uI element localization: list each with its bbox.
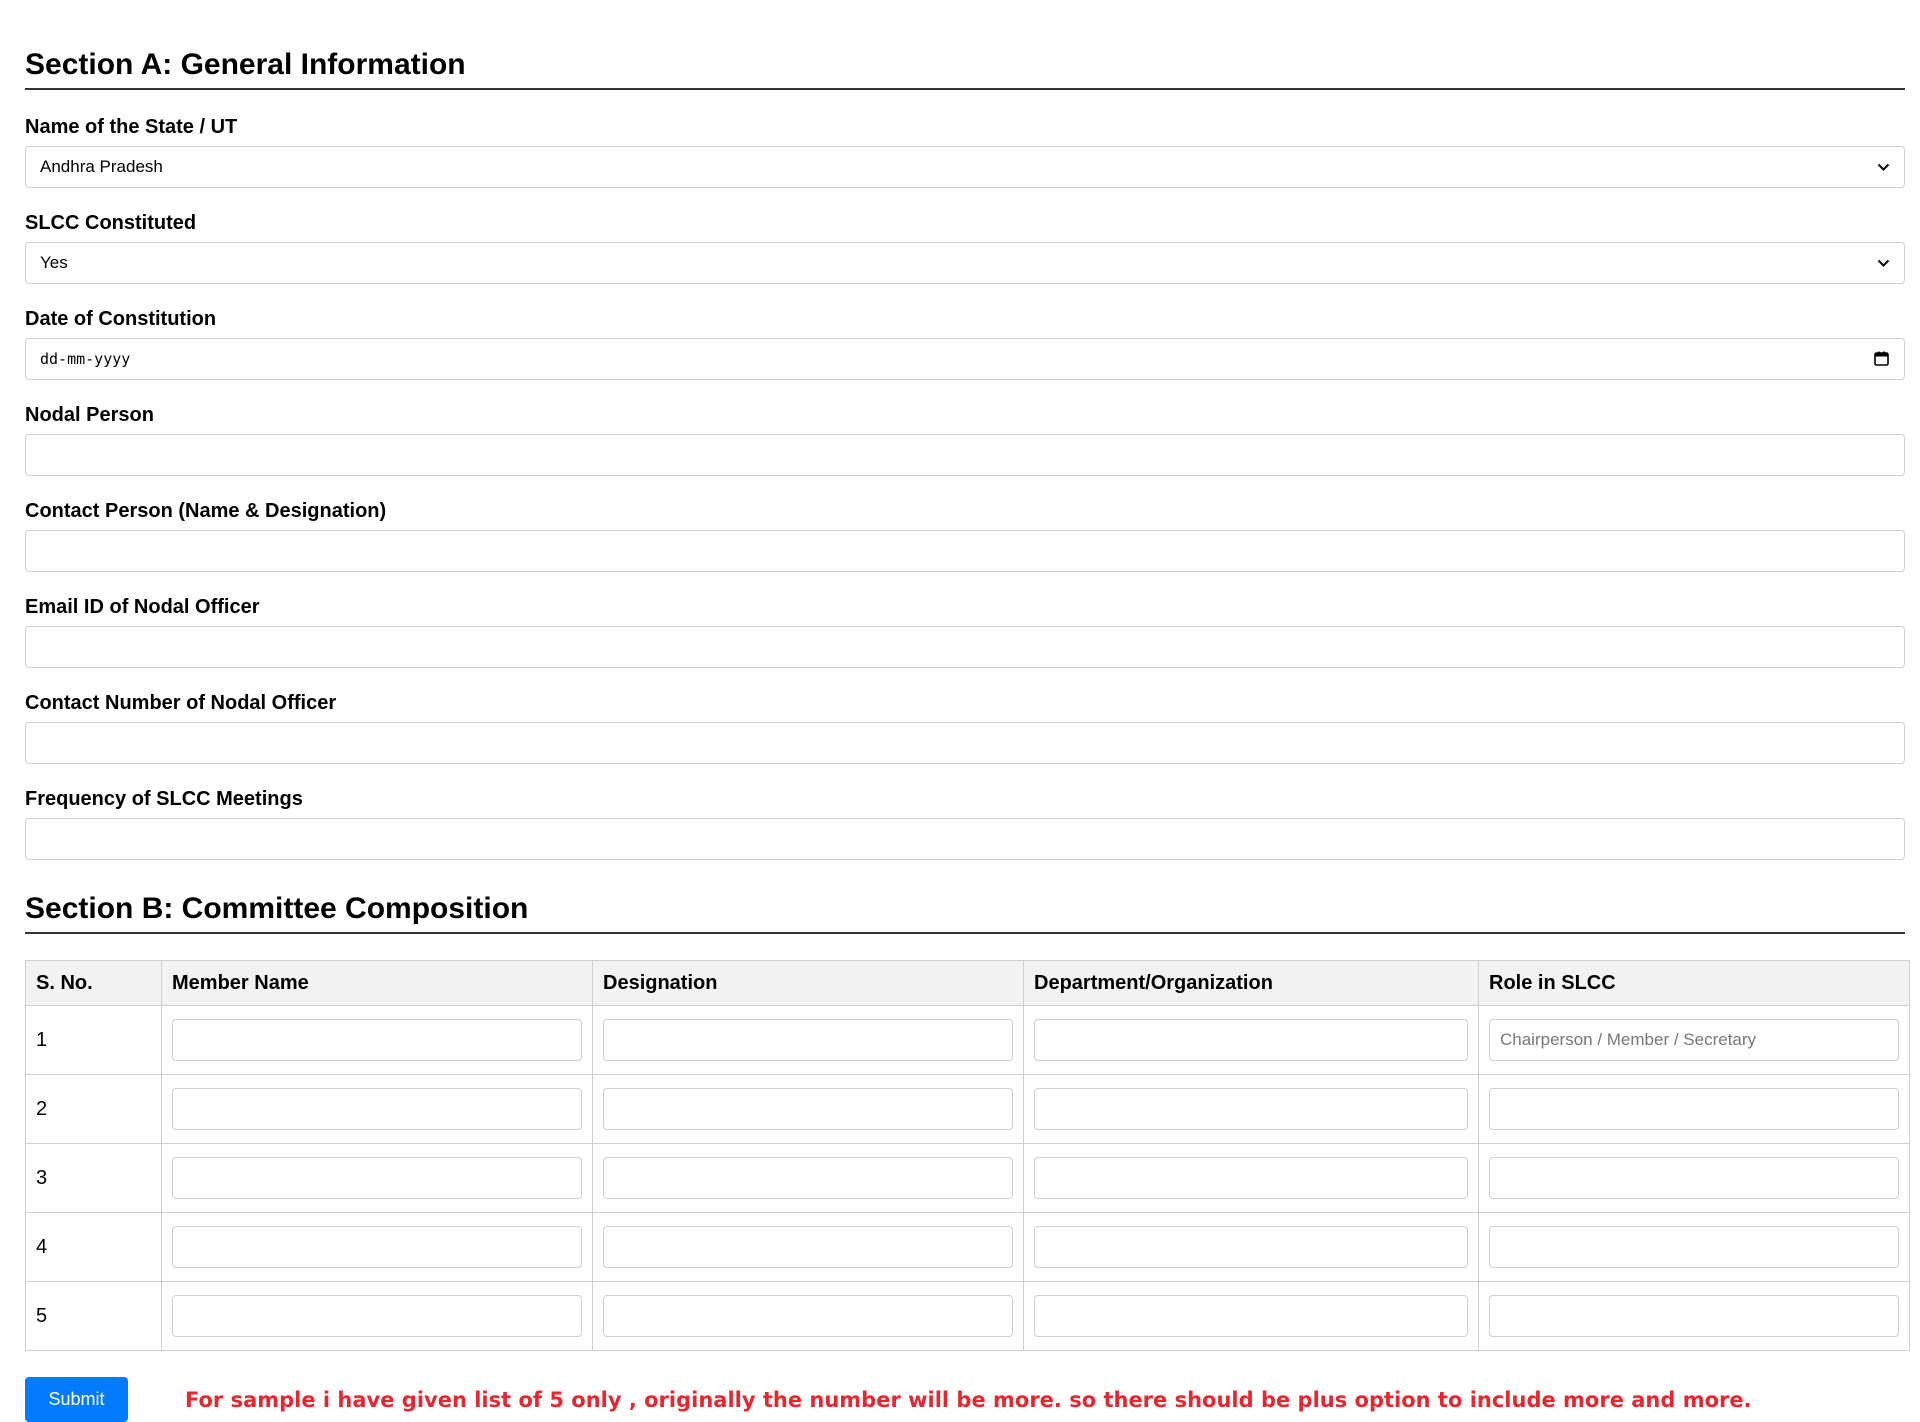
designation-cell [592,1143,1024,1213]
table-row: 3 [25,1143,1910,1213]
column-header-member-name: Member Name [161,960,593,1006]
date-field: Date of Constitution dd-mm-yyyy [25,308,1905,380]
member-name-cell [161,1143,593,1213]
slcc-constituted-value: Yes [40,253,68,272]
contact-person-field: Contact Person (Name & Designation) [25,500,1905,572]
member-name-input[interactable] [172,1295,582,1337]
contact-number-field: Contact Number of Nodal Officer [25,692,1905,764]
designation-cell [592,1212,1024,1282]
table-row: 4 [25,1212,1910,1282]
role-cell [1478,1074,1910,1144]
state-label: Name of the State / UT [25,116,238,138]
role-cell [1478,1281,1910,1351]
designation-cell [592,1281,1024,1351]
email-label: Email ID of Nodal Officer [25,596,260,618]
committee-table: S. No. Member Name Designation Departmen… [25,960,1910,1351]
chevron-down-icon [1876,160,1890,174]
section-b: Section B: Committee Composition S. No. … [25,884,1910,1351]
role-cell [1478,1143,1910,1213]
frequency-input-wrap [25,818,1905,860]
calendar-icon[interactable] [1874,351,1890,367]
row-sno: 4 [25,1212,162,1282]
section-b-title: Section B: Committee Composition [25,884,1905,934]
designation-cell [592,1074,1024,1144]
email-field: Email ID of Nodal Officer [25,596,1905,668]
department-cell [1023,1281,1479,1351]
row-sno: 1 [25,1005,162,1075]
state-select-value: Andhra Pradesh [40,157,163,176]
designation-cell [592,1005,1024,1075]
designation-input[interactable] [603,1295,1013,1337]
department-input[interactable] [1034,1295,1468,1337]
member-name-cell [161,1005,593,1075]
role-input[interactable] [1489,1157,1899,1199]
form-page: Section A: General Information Name of t… [25,40,1910,1422]
department-input[interactable] [1034,1157,1468,1199]
date-label: Date of Constitution [25,308,217,330]
frequency-label: Frequency of SLCC Meetings [25,788,303,810]
section-a-title: Section A: General Information [25,40,1905,90]
department-cell [1023,1005,1479,1075]
nodal-person-input-wrap [25,434,1905,476]
member-name-cell [161,1281,593,1351]
state-field: Name of the State / UT Andhra Pradesh [25,116,1905,188]
frequency-field: Frequency of SLCC Meetings [25,788,1905,860]
slcc-constituted-field: SLCC Constituted Yes [25,212,1905,284]
designation-input[interactable] [603,1088,1013,1130]
contact-number-input[interactable] [40,723,1890,763]
role-input[interactable] [1489,1226,1899,1268]
table-header-row: S. No. Member Name Designation Departmen… [25,960,1910,1006]
date-input[interactable]: dd-mm-yyyy [25,338,1905,380]
role-cell [1478,1212,1910,1282]
nodal-person-input[interactable] [40,435,1890,475]
column-header-sno: S. No. [25,960,162,1006]
contact-person-input-wrap [25,530,1905,572]
column-header-designation: Designation [592,960,1024,1006]
department-cell [1023,1143,1479,1213]
contact-person-input[interactable] [40,531,1890,571]
nodal-person-label: Nodal Person [25,404,154,426]
department-cell [1023,1212,1479,1282]
department-input[interactable] [1034,1088,1468,1130]
member-name-cell [161,1074,593,1144]
role-input[interactable] [1489,1295,1899,1337]
row-sno: 2 [25,1074,162,1144]
contact-number-input-wrap [25,722,1905,764]
department-input[interactable] [1034,1019,1468,1061]
member-name-input[interactable] [172,1157,582,1199]
table-row: 5 [25,1281,1910,1351]
nodal-person-field: Nodal Person [25,404,1905,476]
role-input[interactable] [1489,1088,1899,1130]
date-input-value: dd-mm-yyyy [40,350,131,368]
member-name-input[interactable] [172,1019,582,1061]
role-cell [1478,1005,1910,1075]
table-row: 1 [25,1005,1910,1075]
member-name-input[interactable] [172,1088,582,1130]
contact-number-label: Contact Number of Nodal Officer [25,692,337,714]
department-cell [1023,1074,1479,1144]
email-input[interactable] [40,627,1890,667]
contact-person-label: Contact Person (Name & Designation) [25,500,387,522]
chevron-down-icon [1876,256,1890,270]
row-sno: 3 [25,1143,162,1213]
designation-input[interactable] [603,1226,1013,1268]
designation-input[interactable] [603,1157,1013,1199]
column-header-department: Department/Organization [1023,960,1479,1006]
table-row: 2 [25,1074,1910,1144]
state-select[interactable]: Andhra Pradesh [25,146,1905,188]
member-name-input[interactable] [172,1226,582,1268]
slcc-constituted-select[interactable]: Yes [25,242,1905,284]
member-name-cell [161,1212,593,1282]
role-input[interactable] [1489,1019,1899,1061]
department-input[interactable] [1034,1226,1468,1268]
designation-input[interactable] [603,1019,1013,1061]
row-sno: 5 [25,1281,162,1351]
email-input-wrap [25,626,1905,668]
frequency-input[interactable] [40,819,1890,859]
column-header-role: Role in SLCC [1478,960,1910,1006]
slcc-constituted-label: SLCC Constituted [25,212,197,234]
